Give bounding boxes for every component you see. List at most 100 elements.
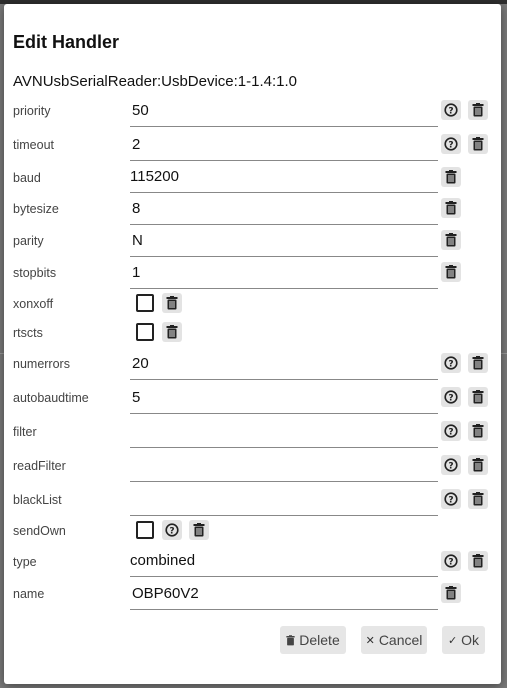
type-help-button[interactable]: ?	[441, 551, 461, 571]
stopbits-input[interactable]: 1	[130, 258, 438, 289]
timeout-help-button[interactable]: ?	[441, 134, 461, 154]
blacklist-help-button[interactable]: ?	[441, 489, 461, 509]
rtscts-label: rtscts	[13, 326, 43, 340]
numerrors-delete-button[interactable]	[468, 353, 488, 373]
trash-icon	[472, 356, 484, 370]
check-icon: ✓	[447, 634, 458, 647]
trash-icon	[472, 458, 484, 472]
parity-label: parity	[13, 234, 44, 248]
priority-help-button[interactable]: ?	[441, 100, 461, 120]
stopbits-delete-button[interactable]	[441, 262, 461, 282]
svg-text:?: ?	[448, 393, 453, 403]
blacklist-delete-button[interactable]	[468, 489, 488, 509]
sendown-checkbox[interactable]	[136, 521, 154, 539]
name-input[interactable]: OBP60V2	[130, 579, 438, 610]
filter-label: filter	[13, 425, 37, 439]
ok-label: Ok	[461, 632, 480, 648]
baud-delete-button[interactable]	[441, 167, 461, 187]
help-circle-icon: ?	[444, 424, 458, 438]
help-circle-icon: ?	[444, 458, 458, 472]
sendown-help-button[interactable]: ?	[162, 520, 182, 540]
trash-icon	[445, 233, 457, 247]
trash-icon	[445, 586, 457, 600]
help-circle-icon: ?	[444, 554, 458, 568]
numerrors-input[interactable]: 20	[130, 349, 438, 380]
readfilter-label: readFilter	[13, 459, 66, 473]
trash-icon	[193, 523, 205, 537]
sendown-delete-button[interactable]	[189, 520, 209, 540]
svg-text:?: ?	[448, 427, 453, 437]
close-icon: ✕	[365, 634, 375, 647]
edit-handler-dialog: Edit Handler AVNUsbSerialReader:UsbDevic…	[4, 4, 501, 684]
priority-input[interactable]: 50	[130, 96, 438, 127]
xonxoff-label: xonxoff	[13, 297, 54, 311]
autobaudtime-input[interactable]: 5	[130, 383, 438, 414]
help-circle-icon: ?	[165, 523, 179, 537]
baud-input[interactable]: 115200	[130, 162, 438, 193]
name-label: name	[13, 587, 45, 601]
trash-icon	[286, 634, 295, 645]
delete-handler-label: Delete	[299, 632, 340, 648]
trash-icon	[472, 492, 484, 506]
bytesize-delete-button[interactable]	[441, 198, 461, 218]
readfilter-help-button[interactable]: ?	[441, 455, 461, 475]
priority-delete-button[interactable]	[468, 100, 488, 120]
svg-text:?: ?	[448, 461, 453, 471]
svg-text:?: ?	[448, 495, 453, 505]
autobaudtime-delete-button[interactable]	[468, 387, 488, 407]
sendown-label: sendOwn	[13, 524, 66, 538]
autobaudtime-help-button[interactable]: ?	[441, 387, 461, 407]
background-divider	[501, 353, 507, 354]
autobaudtime-label: autobaudtime	[13, 391, 89, 405]
type-delete-button[interactable]	[468, 551, 488, 571]
trash-icon	[166, 296, 178, 310]
svg-text:?: ?	[448, 557, 453, 567]
cancel-label: Cancel	[378, 632, 423, 648]
help-circle-icon: ?	[444, 137, 458, 151]
svg-text:?: ?	[448, 106, 453, 116]
priority-label: priority	[13, 104, 51, 118]
baud-label: baud	[13, 171, 41, 185]
help-circle-icon: ?	[444, 103, 458, 117]
timeout-label: timeout	[13, 138, 54, 152]
filter-help-button[interactable]: ?	[441, 421, 461, 441]
name-delete-button[interactable]	[441, 583, 461, 603]
parity-delete-button[interactable]	[441, 230, 461, 250]
filter-delete-button[interactable]	[468, 421, 488, 441]
rtscts-checkbox[interactable]	[136, 323, 154, 341]
type-label: type	[13, 555, 37, 569]
trash-icon	[445, 201, 457, 215]
filter-input[interactable]	[130, 417, 438, 448]
bytesize-label: bytesize	[13, 202, 59, 216]
dialog-title: Edit Handler	[13, 32, 120, 52]
trash-icon	[472, 554, 484, 568]
readfilter-input[interactable]	[130, 451, 438, 482]
bytesize-input[interactable]: 8	[130, 194, 438, 225]
cancel-button[interactable]: ✕ Cancel	[361, 626, 427, 654]
readfilter-delete-button[interactable]	[468, 455, 488, 475]
rtscts-delete-button[interactable]	[162, 322, 182, 342]
timeout-delete-button[interactable]	[468, 134, 488, 154]
xonxoff-checkbox[interactable]	[136, 294, 154, 312]
type-select[interactable]: combined	[130, 546, 438, 577]
trash-icon	[445, 170, 457, 184]
ok-button[interactable]: ✓ Ok	[442, 626, 485, 654]
stopbits-label: stopbits	[13, 266, 57, 280]
blacklist-input[interactable]	[130, 485, 438, 516]
numerrors-help-button[interactable]: ?	[441, 353, 461, 373]
trash-icon	[472, 390, 484, 404]
svg-text:?: ?	[448, 140, 453, 150]
help-circle-icon: ?	[444, 390, 458, 404]
help-circle-icon: ?	[444, 356, 458, 370]
trash-icon	[472, 103, 484, 117]
trash-icon	[445, 265, 457, 279]
trash-icon	[166, 325, 178, 339]
xonxoff-delete-button[interactable]	[162, 293, 182, 313]
svg-text:?: ?	[448, 359, 453, 369]
delete-handler-button[interactable]: Delete	[280, 626, 346, 654]
timeout-input[interactable]: 2	[130, 130, 438, 161]
parity-input[interactable]: N	[130, 226, 438, 257]
help-circle-icon: ?	[444, 492, 458, 506]
svg-text:?: ?	[169, 526, 174, 536]
trash-icon	[472, 137, 484, 151]
